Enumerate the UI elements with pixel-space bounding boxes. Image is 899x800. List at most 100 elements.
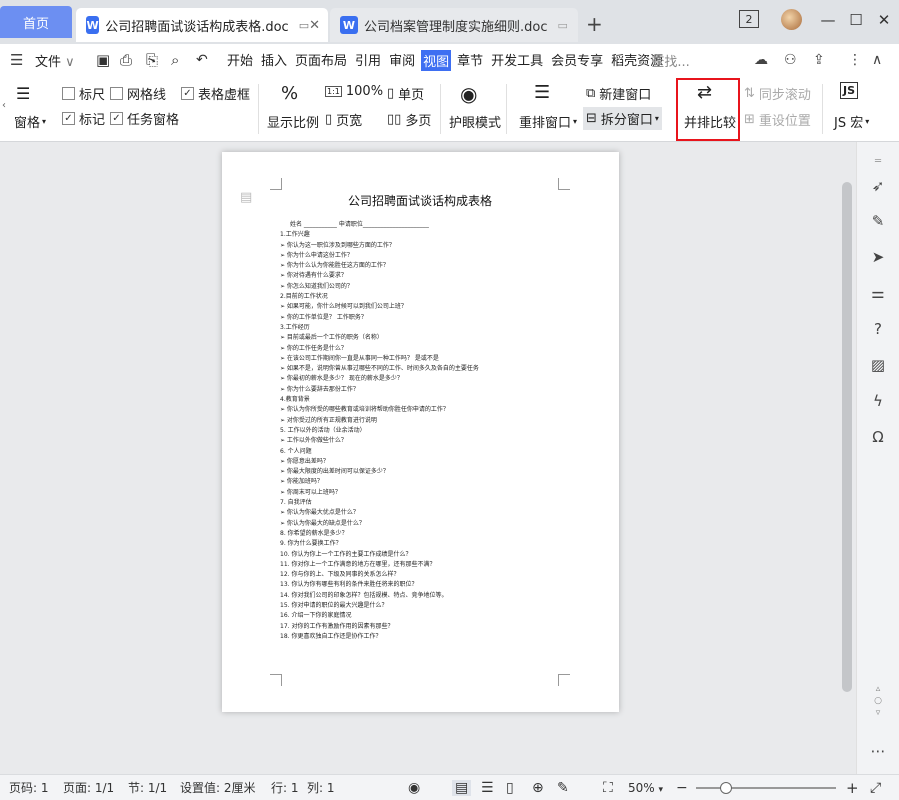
zoom-100-button[interactable]: 1:1 100% (325, 84, 383, 99)
reset-position-label: 重设位置 (758, 114, 811, 129)
sync-scroll-icon: ⇅ (744, 86, 755, 101)
tab-inactive-document-label: 公司档案管理制度实施细则.doc (364, 19, 548, 35)
table-gridlines-label: 表格虚框 (198, 88, 251, 103)
task-pane-checkbox[interactable]: ✓ 任务窗格 (110, 109, 179, 128)
export-pdf-icon[interactable]: ⎙ (120, 51, 132, 69)
status-column[interactable]: 列: 1 (307, 779, 335, 796)
monitor-icon[interactable]: ▭ (558, 19, 568, 32)
write-view-icon[interactable]: ✎ (557, 780, 569, 796)
menu-item-view[interactable]: 视图 (421, 49, 452, 71)
menu-item-member[interactable]: 会员专享 (549, 50, 605, 71)
print-preview-icon[interactable]: ⌕ (171, 51, 179, 69)
zoom-slider-handle[interactable] (720, 782, 732, 794)
more-options-icon[interactable]: ⋮ (848, 52, 862, 68)
lightning-icon[interactable]: ϟ (867, 390, 889, 412)
sync-scroll-button[interactable]: ⇅ 同步滚动 (744, 84, 811, 103)
js-macro-button[interactable]: JS 宏 ▾ (834, 112, 869, 131)
zoom-in-icon[interactable]: + (846, 779, 859, 797)
eye-mode-icon[interactable]: ◉ (408, 780, 420, 796)
new-window-button[interactable]: ⧉ 新建窗口 (586, 84, 651, 103)
table-gridlines-checkbox[interactable]: ✓ 表格虚框 (181, 84, 250, 103)
page-width-button[interactable]: ▯ 页宽 (325, 110, 362, 129)
new-tab-button[interactable]: + (586, 12, 603, 36)
share-icon[interactable]: ⇪ (813, 52, 825, 68)
close-tab-icon[interactable]: ✕ (309, 18, 320, 33)
image-icon[interactable]: ▨ (867, 354, 889, 376)
document-line: 8. 你希望的薪水是多少？ (280, 529, 348, 537)
status-row[interactable]: 行: 1 (271, 779, 299, 796)
rearrange-window-label: 重排窗口 (519, 116, 572, 131)
collapse-ribbon-icon[interactable]: ∧ (872, 52, 882, 68)
document-line: ➢ 如果可能，你什么时候可以到我们公司上班？ (280, 303, 407, 311)
status-pages[interactable]: 页面: 1/1 (63, 779, 114, 796)
web-view-icon[interactable]: ⊕ (532, 780, 544, 796)
add-user-icon[interactable]: ⚇ (784, 52, 797, 68)
document-title: 公司招聘面试谈话构成表格 (348, 194, 493, 208)
document-line: ➢ 你认为你最大的缺点是什么？ (280, 519, 365, 527)
fit-page-icon[interactable]: ⛶ (603, 780, 613, 796)
print-icon[interactable]: ⎘ (146, 51, 158, 69)
ruler-checkbox[interactable]: 标尺 (62, 84, 105, 103)
outline-view-icon[interactable]: ☰ (481, 780, 494, 796)
cloud-icon[interactable]: ☁ (754, 52, 768, 68)
multi-page-button[interactable]: ▯▯ 多页 (387, 110, 431, 129)
zoom-out-icon[interactable]: − (676, 780, 688, 796)
doc-outline-icon[interactable]: ▤ (240, 190, 252, 205)
marks-checkbox[interactable]: ✓ 标记 (62, 109, 105, 128)
maximize-icon[interactable]: ☐ (846, 10, 866, 30)
fullscreen-icon[interactable]: ⤢ (870, 780, 881, 796)
menu-item-chapter[interactable]: 章节 (455, 50, 485, 71)
menu-item-layout[interactable]: 页面布局 (293, 50, 349, 71)
monitor-icon[interactable]: ▭ (299, 19, 309, 32)
menu-item-reference[interactable]: 引用 (353, 50, 383, 71)
document-line: 6. 个人问题 (280, 447, 312, 455)
document-page[interactable]: ▤ 公司招聘面试谈话构成表格 姓名 ___________ 申请职位______… (222, 152, 619, 712)
gridlines-checkbox[interactable]: 网格线 (110, 84, 166, 103)
rearrange-window-button[interactable]: 重排窗口 ▾ (519, 112, 577, 131)
omega-icon[interactable]: Ω (867, 426, 889, 448)
minimize-icon[interactable]: — (818, 10, 838, 30)
cursor-icon[interactable]: ➤ (867, 246, 889, 268)
window-count-button[interactable]: 2 (739, 10, 759, 28)
menu-file[interactable]: 文件 ∨ (35, 51, 75, 70)
close-window-icon[interactable]: ✕ (874, 10, 894, 30)
avatar[interactable] (781, 9, 802, 30)
menu-item-start[interactable]: 开始 (225, 50, 255, 71)
menu-item-developer[interactable]: 开发工具 (489, 50, 545, 71)
pen-icon[interactable]: ✎ (867, 210, 889, 232)
save-icon[interactable]: ▣ (96, 51, 110, 69)
document-line: 姓名 ___________ 申请职位_____________________… (290, 221, 429, 228)
zoom-slider-track[interactable] (696, 787, 836, 789)
tab-inactive-document[interactable]: W 公司档案管理制度实施细则.doc ▭ (330, 8, 578, 42)
tab-active-document[interactable]: W 公司招聘面试谈话构成表格.doc ▭ ✕ (76, 8, 328, 42)
menu-item-review[interactable]: 审阅 (387, 50, 417, 71)
ribbon-scroll-left-icon[interactable]: ‹ (2, 100, 6, 111)
chevron-down-icon: ∨ (65, 54, 75, 70)
tab-home[interactable]: 首页 (0, 6, 72, 38)
page-view-icon[interactable]: ▤ (452, 779, 472, 796)
reset-position-button[interactable]: ⊞ 重设位置 (744, 110, 811, 129)
display-ratio-button[interactable]: 显示比例 (267, 112, 319, 131)
menu-item-insert[interactable]: 插入 (259, 50, 289, 71)
rocket-icon[interactable]: ➶ (867, 175, 889, 197)
document-line: 4.教育背景 (280, 396, 310, 404)
single-page-button[interactable]: ▯ 单页 (387, 84, 424, 103)
nav-pane-button[interactable]: 窗格 ▾ (14, 112, 46, 131)
eye-mode-button[interactable]: 护眼模式 (449, 112, 501, 131)
status-page-number[interactable]: 页码: 1 (9, 779, 49, 796)
split-window-button[interactable]: ⊟ 拆分窗口 ▾ (583, 107, 662, 130)
undo-icon[interactable]: ↶ (196, 52, 208, 68)
help-icon[interactable]: ? (867, 318, 889, 340)
vertical-scrollbar[interactable] (842, 182, 852, 692)
js-icon: JS (840, 82, 859, 99)
reading-view-icon[interactable]: ▯ (506, 780, 514, 796)
search-field[interactable]: ⌕ 查找... (640, 51, 690, 70)
display-ratio-label: 显示比例 (267, 116, 320, 131)
sliders-icon[interactable]: ⚌ (867, 282, 889, 304)
hamburger-icon[interactable]: ☰ (10, 51, 23, 69)
more-icon[interactable]: ⋯ (867, 740, 889, 762)
scroll-down-icon[interactable]: ▿ (867, 702, 889, 724)
zoom-level[interactable]: 50% ▾ (628, 781, 663, 795)
status-section[interactable]: 节: 1/1 (128, 779, 167, 796)
status-setting[interactable]: 设置值: 2厘米 (180, 779, 256, 796)
